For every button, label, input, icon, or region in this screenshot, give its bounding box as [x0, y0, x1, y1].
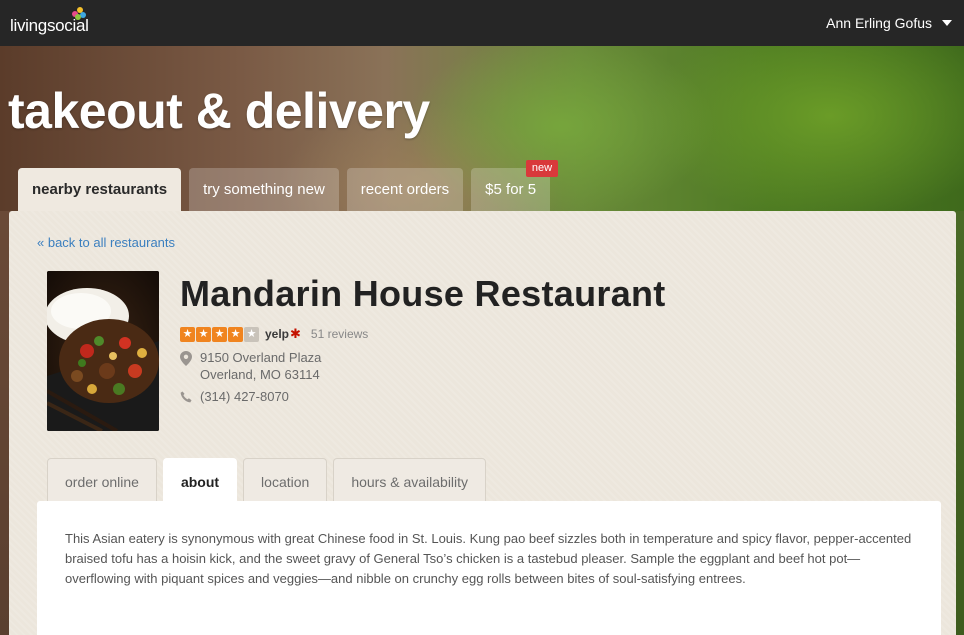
- restaurant-address: 9150 Overland Plaza Overland, MO 63114: [180, 349, 321, 383]
- restaurant-panel: « back to all restaurants Mandarin House…: [9, 211, 956, 635]
- chevron-down-icon: [942, 20, 952, 26]
- address-line-1: 9150 Overland Plaza: [200, 350, 322, 365]
- yelp-logo: yelp: [265, 327, 290, 341]
- user-menu[interactable]: Ann Erling Gofus: [826, 15, 952, 31]
- livingsocial-logo[interactable]: livingsocial: [10, 0, 89, 46]
- tab-label: recent orders: [360, 181, 450, 198]
- phone-icon: [180, 391, 192, 402]
- about-content: This Asian eatery is synonymous with gre…: [37, 501, 941, 635]
- back-to-all-restaurants-link[interactable]: « back to all restaurants: [37, 235, 175, 250]
- page-title: takeout & delivery: [8, 83, 430, 139]
- main-tabs: nearby restaurants try something new rec…: [18, 160, 559, 212]
- yelp-rating[interactable]: ★ ★ ★ ★ ★ yelp ✱ 51 reviews: [180, 326, 368, 342]
- star-icon: ★: [212, 326, 227, 342]
- tab-about[interactable]: about: [162, 458, 238, 502]
- tab-label: location: [261, 474, 310, 490]
- tab-label: $5 for 5: [485, 181, 537, 198]
- tab-location[interactable]: location: [243, 458, 328, 502]
- star-empty-icon: ★: [244, 326, 259, 342]
- review-count: 51 reviews: [310, 327, 369, 341]
- restaurant-tabs: order online about location hours & avai…: [47, 458, 487, 502]
- tab-5-for-5[interactable]: $5 for 5 new: [471, 160, 559, 212]
- tab-try-something-new[interactable]: try something new: [189, 168, 339, 212]
- restaurant-name: Mandarin House Restaurant: [180, 273, 666, 314]
- restaurant-photo: [47, 271, 159, 431]
- star-icon: ★: [228, 326, 243, 342]
- background-edge-right: [956, 211, 964, 635]
- food-photo-icon: [47, 271, 159, 431]
- hero-banner: takeout & delivery nearby restaurants tr…: [0, 46, 964, 216]
- tab-hours-availability[interactable]: hours & availability: [333, 458, 487, 502]
- tab-label: order online: [65, 474, 139, 490]
- tab-recent-orders[interactable]: recent orders: [346, 168, 464, 212]
- top-bar: livingsocial Ann Erling Gofus: [0, 0, 964, 46]
- tab-label: about: [180, 474, 220, 490]
- tab-nearby-restaurants[interactable]: nearby restaurants: [18, 168, 182, 212]
- restaurant-phone: (314) 427-8070: [180, 389, 289, 404]
- tab-label: nearby restaurants: [32, 181, 168, 198]
- star-icon: ★: [196, 326, 211, 342]
- user-name: Ann Erling Gofus: [826, 15, 932, 31]
- new-badge: new: [525, 160, 559, 177]
- yelp-burst-icon: ✱: [290, 326, 301, 341]
- address-line-2: Overland, MO 63114: [200, 367, 320, 382]
- about-description: This Asian eatery is synonymous with gre…: [65, 531, 912, 586]
- tab-label: try something new: [203, 181, 325, 198]
- tab-label: hours & availability: [351, 474, 469, 490]
- logo-dots-icon: [72, 7, 86, 20]
- star-icon: ★: [180, 326, 195, 342]
- map-pin-icon: [180, 351, 192, 366]
- phone-number: (314) 427-8070: [200, 389, 289, 404]
- tab-order-online[interactable]: order online: [47, 458, 157, 502]
